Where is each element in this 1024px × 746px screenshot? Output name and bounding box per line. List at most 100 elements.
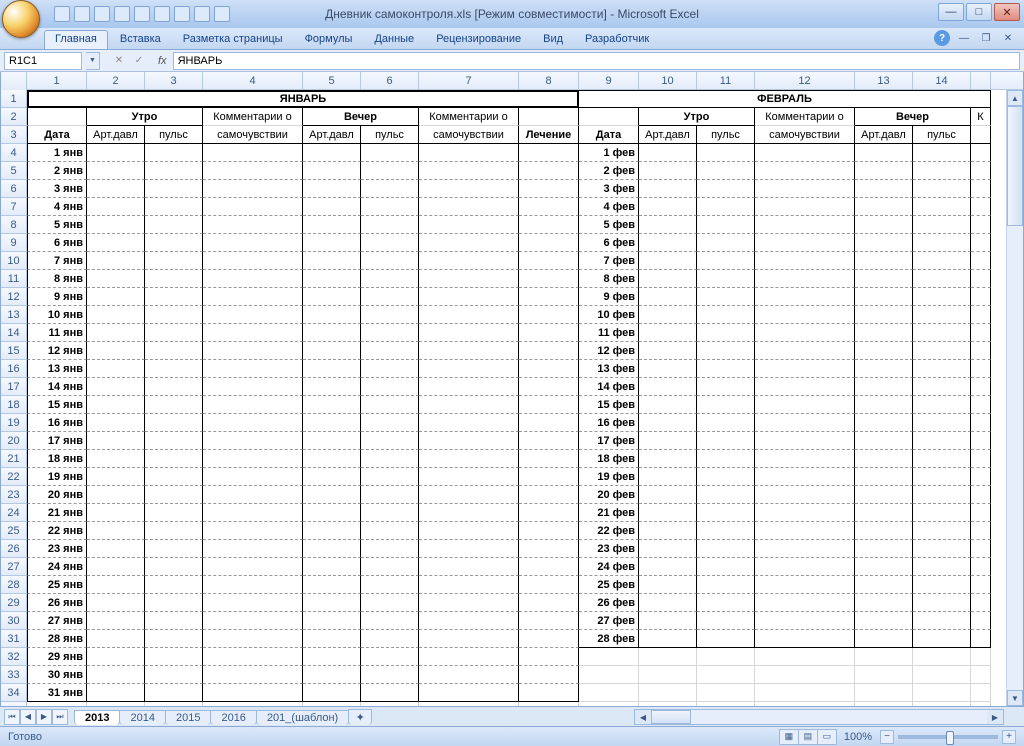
cell[interactable]: Комментарии о	[419, 108, 519, 126]
cell[interactable]	[697, 522, 755, 540]
ribbon-tab-layout[interactable]: Разметка страницы	[173, 31, 293, 49]
cell[interactable]: 29 янв	[27, 648, 87, 666]
cell[interactable]	[639, 450, 697, 468]
cell[interactable]	[145, 630, 203, 648]
cell[interactable]	[697, 396, 755, 414]
zoom-out-button[interactable]: −	[880, 730, 894, 744]
cell[interactable]	[203, 162, 303, 180]
qat-undo-icon[interactable]	[74, 6, 90, 22]
cell[interactable]	[755, 450, 855, 468]
cell[interactable]	[755, 468, 855, 486]
cell[interactable]	[855, 594, 913, 612]
cell[interactable]	[87, 450, 145, 468]
cell[interactable]	[87, 594, 145, 612]
cell[interactable]	[303, 558, 361, 576]
cell[interactable]	[145, 414, 203, 432]
cell[interactable]	[361, 576, 419, 594]
cell[interactable]: 5 янв	[27, 216, 87, 234]
cell[interactable]	[855, 666, 913, 684]
cell[interactable]	[87, 306, 145, 324]
row-header[interactable]: 33	[1, 666, 27, 684]
cell[interactable]	[971, 162, 991, 180]
cell[interactable]	[971, 522, 991, 540]
row-header[interactable]: 1	[1, 90, 27, 108]
cell[interactable]	[87, 162, 145, 180]
cell[interactable]	[913, 306, 971, 324]
cell[interactable]	[361, 522, 419, 540]
cell[interactable]	[913, 216, 971, 234]
cell[interactable]	[87, 144, 145, 162]
cell[interactable]	[87, 576, 145, 594]
cell[interactable]	[203, 234, 303, 252]
cell[interactable]	[87, 198, 145, 216]
cell[interactable]	[145, 360, 203, 378]
sheet-nav-prev-icon[interactable]: ◀	[20, 709, 36, 725]
cell[interactable]	[855, 180, 913, 198]
cell[interactable]	[203, 540, 303, 558]
cell[interactable]	[519, 288, 579, 306]
qat-item-icon[interactable]	[154, 6, 170, 22]
cell[interactable]	[971, 270, 991, 288]
cell[interactable]	[971, 198, 991, 216]
row-header[interactable]: 23	[1, 486, 27, 504]
cell[interactable]	[697, 342, 755, 360]
cell[interactable]	[579, 684, 639, 702]
cell[interactable]: 9 фев	[579, 288, 639, 306]
cell[interactable]: 24 фев	[579, 558, 639, 576]
cell[interactable]	[303, 180, 361, 198]
row-header[interactable]: 20	[1, 432, 27, 450]
cell[interactable]	[913, 162, 971, 180]
cell[interactable]	[913, 504, 971, 522]
cell[interactable]	[697, 216, 755, 234]
col-header[interactable]: 4	[203, 72, 303, 90]
cell[interactable]	[361, 288, 419, 306]
cell[interactable]	[145, 558, 203, 576]
cell[interactable]	[87, 396, 145, 414]
cell[interactable]: Дата	[579, 126, 639, 144]
cell[interactable]	[87, 612, 145, 630]
cell[interactable]	[697, 162, 755, 180]
cell[interactable]: Комментарии о	[203, 108, 303, 126]
cell[interactable]	[87, 360, 145, 378]
cell[interactable]	[519, 630, 579, 648]
cell[interactable]	[697, 684, 755, 702]
cell[interactable]: 14 янв	[27, 378, 87, 396]
cell[interactable]	[519, 270, 579, 288]
cell[interactable]	[913, 252, 971, 270]
cell[interactable]	[913, 432, 971, 450]
cell[interactable]	[419, 324, 519, 342]
cell[interactable]	[697, 324, 755, 342]
sheet-nav-first-icon[interactable]: ⏮	[4, 709, 20, 725]
cell[interactable]	[361, 306, 419, 324]
cell[interactable]	[419, 450, 519, 468]
cell[interactable]	[755, 252, 855, 270]
cell[interactable]: 2 фев	[579, 162, 639, 180]
horizontal-scrollbar[interactable]: ◀ ▶	[634, 709, 1004, 725]
cell[interactable]	[913, 144, 971, 162]
cell[interactable]	[755, 432, 855, 450]
cell[interactable]	[697, 486, 755, 504]
cell[interactable]	[755, 414, 855, 432]
cell[interactable]	[639, 396, 697, 414]
cell[interactable]	[519, 162, 579, 180]
ribbon-tab-data[interactable]: Данные	[364, 31, 424, 49]
cell[interactable]	[913, 450, 971, 468]
cell[interactable]	[361, 396, 419, 414]
cell[interactable]: 7 фев	[579, 252, 639, 270]
cell[interactable]: 12 фев	[579, 342, 639, 360]
col-header[interactable]: 3	[145, 72, 203, 90]
cell[interactable]: 25 янв	[27, 576, 87, 594]
cell[interactable]	[639, 522, 697, 540]
cell[interactable]	[913, 522, 971, 540]
row-header[interactable]: 11	[1, 270, 27, 288]
cell[interactable]: 20 фев	[579, 486, 639, 504]
cell[interactable]	[361, 432, 419, 450]
cell[interactable]	[579, 648, 639, 666]
cell[interactable]	[145, 576, 203, 594]
cell[interactable]	[971, 234, 991, 252]
ribbon-tab-formulas[interactable]: Формулы	[295, 31, 363, 49]
cell[interactable]	[203, 594, 303, 612]
cell[interactable]	[755, 342, 855, 360]
cell[interactable]	[361, 540, 419, 558]
cell[interactable]	[519, 252, 579, 270]
